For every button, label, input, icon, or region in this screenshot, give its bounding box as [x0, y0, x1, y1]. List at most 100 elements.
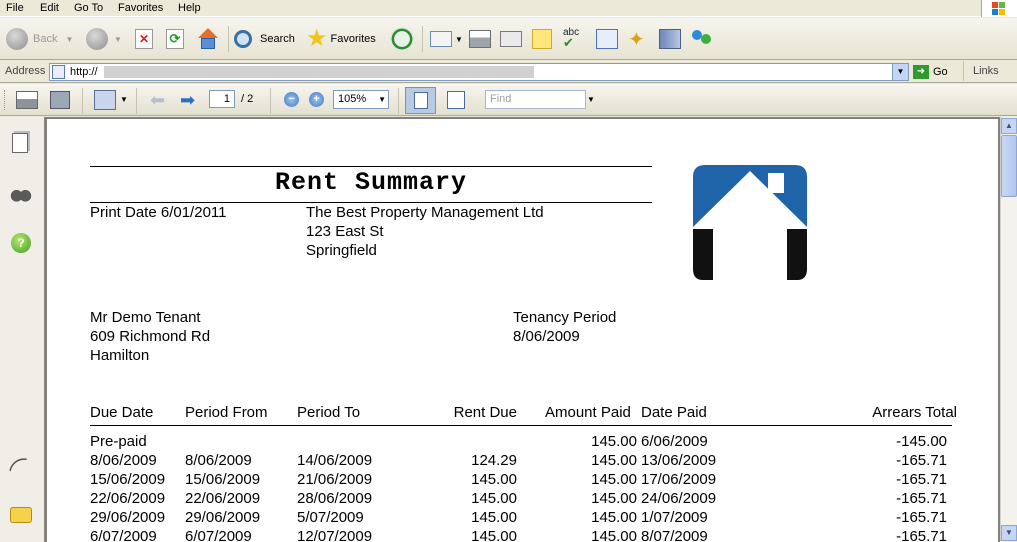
address-dropdown-icon[interactable]: ▼: [892, 64, 908, 80]
page-icon: [52, 65, 65, 79]
cell-to: 21/06/2009: [297, 471, 373, 488]
discuss-button[interactable]: [532, 24, 552, 54]
company-name: The Best Property Management Ltd: [306, 204, 544, 221]
fit-width-icon[interactable]: [405, 87, 436, 114]
pdf-save-icon[interactable]: [50, 91, 70, 109]
header-due-date: Due Date: [90, 404, 154, 421]
forward-arrow-icon: [86, 28, 108, 50]
cell-rent: 145.00: [471, 490, 517, 507]
table-header-rule: [90, 425, 952, 426]
menu-edit[interactable]: Edit: [40, 2, 59, 14]
zoom-out-icon[interactable]: −: [284, 92, 299, 107]
tenancy-period-label: Tenancy Period: [513, 309, 617, 326]
messenger-icon: [690, 28, 714, 50]
comments-icon[interactable]: [10, 507, 32, 523]
cell-due: 6/07/2009: [90, 528, 157, 542]
toolbar-grip: [4, 90, 7, 110]
cell-from: 8/06/2009: [185, 452, 252, 469]
cell-rent: 145.00: [471, 471, 517, 488]
pdf-organize-icon[interactable]: [94, 90, 116, 110]
forward-button[interactable]: ▼: [86, 24, 122, 54]
find-input[interactable]: Find: [485, 90, 586, 109]
home-button[interactable]: [196, 24, 220, 54]
header-period-to: Period To: [297, 404, 361, 421]
favorites-add-button[interactable]: ✦: [628, 24, 645, 54]
tenancy-start-date: 8/06/2009: [513, 328, 580, 345]
forward-dropdown-icon[interactable]: ▼: [114, 35, 122, 44]
printer-icon: [469, 30, 491, 48]
title-rule-bottom: [90, 202, 652, 203]
cell-date: 17/06/2009: [641, 471, 717, 488]
cell-date: 6/06/2009: [641, 433, 708, 450]
go-button[interactable]: ➜ Go: [913, 64, 948, 80]
cell-due: 8/06/2009: [90, 452, 157, 469]
menu-bar: File Edit Go To Favorites Help: [0, 0, 1017, 17]
zoom-select[interactable]: 105% ▼: [333, 90, 389, 109]
tenant-city: Hamilton: [90, 347, 150, 364]
back-button[interactable]: Back ▼: [6, 24, 73, 54]
company-street: 123 East St: [306, 223, 384, 240]
cell-rent: 145.00: [471, 509, 517, 526]
go-label: Go: [933, 66, 948, 78]
windows-logo-icon: [981, 0, 1017, 17]
find-dropdown-icon[interactable]: ▼: [587, 95, 595, 104]
scroll-up-icon[interactable]: ▲: [1001, 118, 1017, 134]
scroll-down-icon[interactable]: ▼: [1001, 525, 1017, 541]
cell-date: 24/06/2009: [641, 490, 717, 507]
next-page-icon[interactable]: ➡: [180, 90, 195, 111]
tools-icon: [659, 29, 681, 49]
menu-goto[interactable]: Go To: [74, 2, 103, 14]
mail-button[interactable]: ▼: [430, 24, 463, 54]
menu-help[interactable]: Help: [178, 2, 201, 14]
refresh-button[interactable]: ⟳: [166, 24, 184, 54]
links-label[interactable]: Links: [973, 65, 999, 77]
address-input[interactable]: http:// ▼: [49, 63, 909, 81]
cell-date: 13/06/2009: [641, 452, 717, 469]
research-button[interactable]: [596, 24, 618, 54]
stop-icon: ✕: [135, 29, 153, 49]
menu-favorites[interactable]: Favorites: [118, 2, 163, 14]
menu-file[interactable]: File: [6, 2, 24, 14]
page-number-input[interactable]: 1: [209, 90, 235, 108]
cell-arrears: -165.71: [896, 490, 947, 507]
history-button[interactable]: [390, 24, 414, 54]
cell-paid: 145.00: [591, 490, 637, 507]
search-button[interactable]: Search: [234, 24, 295, 54]
edit-button[interactable]: [500, 24, 522, 54]
tools-button[interactable]: [659, 24, 681, 54]
home-icon: [196, 28, 220, 50]
pdf-organize-dropdown-icon[interactable]: ▼: [120, 95, 128, 104]
stop-button[interactable]: ✕: [135, 24, 153, 54]
cell-arrears: -145.00: [896, 433, 947, 450]
cell-date: 1/07/2009: [641, 509, 708, 526]
scroll-thumb[interactable]: [1001, 135, 1017, 197]
favorites-button[interactable]: ★ Favorites: [306, 24, 376, 54]
cell-paid: 145.00: [591, 433, 637, 450]
vertical-scrollbar[interactable]: ▲ ▼: [1000, 117, 1017, 542]
fit-page-icon[interactable]: [447, 91, 465, 109]
pages-icon[interactable]: [12, 133, 28, 153]
edit-icon: [500, 31, 522, 47]
mail-dropdown-icon[interactable]: ▼: [455, 35, 463, 44]
header-amount-paid: Amount Paid: [545, 404, 631, 421]
messenger-button[interactable]: [690, 24, 714, 54]
cell-due: 22/06/2009: [90, 490, 166, 507]
cell-date: 8/07/2009: [641, 528, 708, 542]
cell-to: 5/07/2009: [297, 509, 364, 526]
zoom-dropdown-icon[interactable]: ▼: [378, 95, 386, 104]
spellcheck-icon: abc ✔: [563, 27, 580, 50]
document-title: Rent Summary: [274, 168, 468, 197]
previous-page-icon[interactable]: ⬅: [150, 90, 165, 111]
cell-from: 6/07/2009: [185, 528, 252, 542]
print-button[interactable]: [469, 24, 491, 54]
attachments-icon[interactable]: ⌒: [3, 450, 39, 489]
cell-paid: 145.00: [591, 452, 637, 469]
spelling-button[interactable]: abc ✔: [563, 24, 579, 54]
pdf-print-icon[interactable]: [16, 91, 38, 109]
cell-due: 29/06/2009: [90, 509, 166, 526]
back-dropdown-icon[interactable]: ▼: [65, 35, 73, 44]
house-logo: [693, 165, 807, 280]
zoom-in-icon[interactable]: +: [309, 92, 324, 107]
help-icon[interactable]: ?: [11, 233, 31, 253]
find-binoculars-icon[interactable]: [10, 185, 32, 203]
